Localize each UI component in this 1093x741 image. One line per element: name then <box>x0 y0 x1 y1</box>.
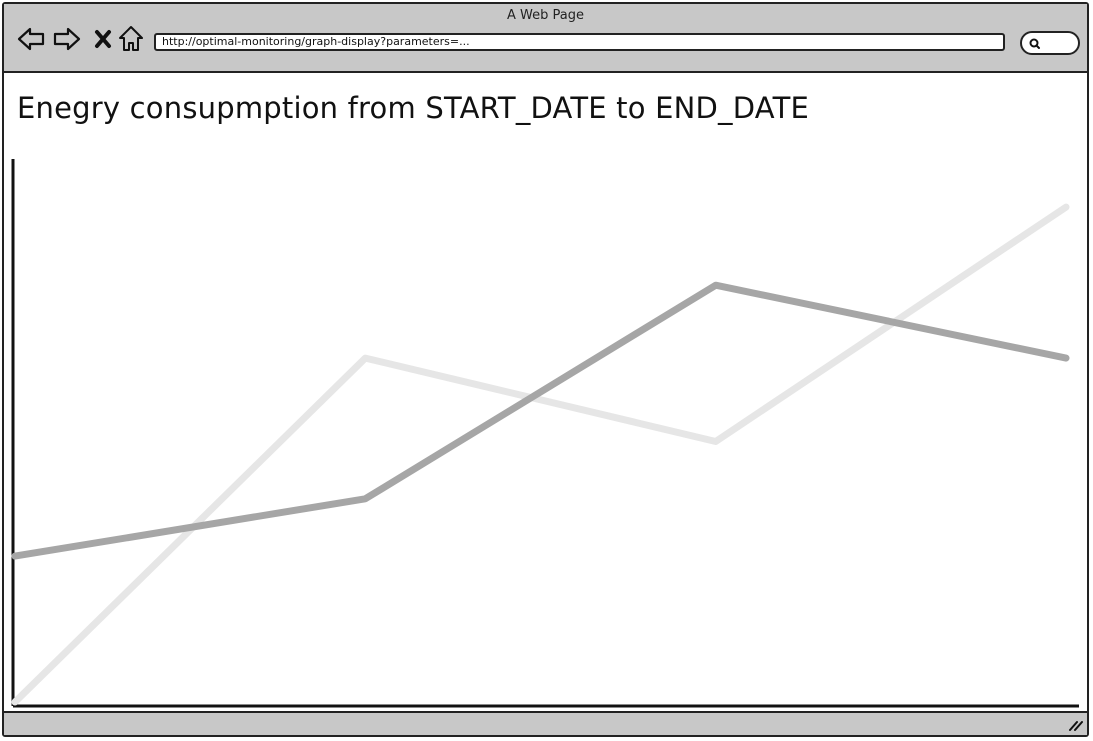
close-icon <box>95 30 111 48</box>
page-content: Enegry consupmption from START_DATE to E… <box>4 73 1087 711</box>
line-chart <box>11 159 1079 708</box>
series-line-2 <box>11 281 1070 560</box>
home-icon <box>119 26 143 51</box>
status-bar <box>4 711 1087 735</box>
series-line-1 <box>11 203 1070 706</box>
browser-window: A Web Page http://optimal-monitoring/gra… <box>2 2 1089 737</box>
home-button[interactable] <box>116 24 146 54</box>
browser-toolbar: A Web Page http://optimal-monitoring/gra… <box>4 4 1087 73</box>
stop-button[interactable] <box>88 24 118 54</box>
window-title: A Web Page <box>507 8 584 23</box>
forward-button[interactable] <box>52 24 82 54</box>
search-icon <box>1029 38 1040 49</box>
resize-grip-icon[interactable] <box>1067 718 1083 732</box>
address-bar[interactable]: http://optimal-monitoring/graph-display?… <box>154 33 1005 51</box>
search-box[interactable] <box>1020 31 1080 55</box>
arrow-left-icon <box>17 27 45 51</box>
back-button[interactable] <box>16 24 46 54</box>
arrow-right-icon <box>53 27 81 51</box>
